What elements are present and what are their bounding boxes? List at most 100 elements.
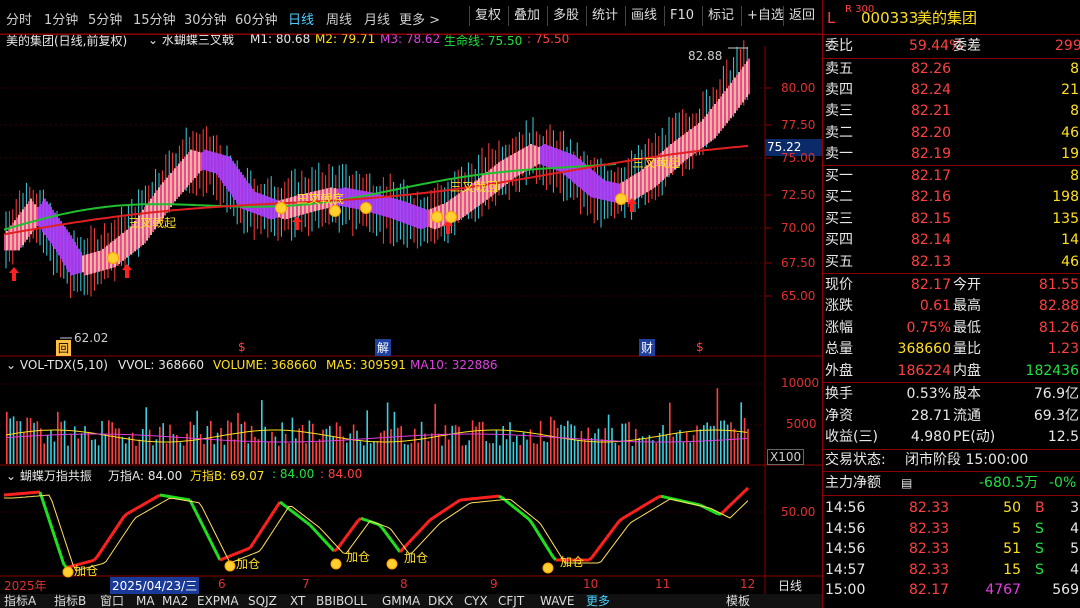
- volume-indicator-dropdown[interactable]: ⌄ VOL-TDX(5,10): [6, 358, 108, 372]
- ribbon-segment: [704, 116, 706, 146]
- oscillator-segment: [651, 497, 656, 503]
- volume-bar: [121, 436, 124, 464]
- tab-gmma[interactable]: GMMA: [382, 594, 420, 608]
- event-marker-unlock[interactable]: 解: [375, 339, 392, 356]
- price-axis-label: 77.50: [781, 118, 816, 132]
- tab-ma[interactable]: MA: [136, 594, 155, 608]
- ribbon-segment: [80, 252, 82, 273]
- volume-bar: [601, 439, 603, 464]
- bid-label: 买一: [825, 168, 853, 184]
- oscillator-segment: [320, 536, 327, 543]
- ribbon-segment: [242, 174, 244, 210]
- oscillator-segment: [398, 547, 405, 554]
- volume-bar: [46, 435, 49, 464]
- ribbon-segment: [32, 201, 34, 232]
- ribbon-segment: [120, 234, 122, 263]
- oscillator-segment: [425, 518, 432, 525]
- tab-cfjt[interactable]: CFJT: [498, 594, 524, 608]
- ribbon-segment: [740, 69, 742, 106]
- tab-window[interactable]: 窗口: [100, 594, 124, 608]
- tab-indicator-b[interactable]: 指标B: [54, 594, 86, 608]
- index-tag: R 300: [845, 4, 875, 15]
- ribbon-segment: [746, 61, 748, 97]
- oscillator-segment: [153, 495, 158, 500]
- volume-bar: [485, 441, 487, 464]
- volume-bar: [509, 422, 511, 464]
- ribbon-segment: [532, 144, 534, 168]
- volume-bar: [580, 430, 583, 464]
- tab-cyx[interactable]: CYX: [464, 594, 488, 608]
- tab-indicator-a[interactable]: 指标A: [4, 594, 36, 608]
- ribbon-segment: [706, 114, 708, 145]
- volume-bar: [519, 445, 521, 464]
- oscillator-segment: [104, 538, 111, 545]
- ribbon-segment: [224, 155, 226, 186]
- ribbon-segment: [644, 167, 646, 194]
- volume-bar: [101, 421, 103, 464]
- volume-bar: [104, 433, 107, 464]
- tab-template[interactable]: 模板: [726, 594, 750, 608]
- ribbon-segment: [686, 132, 688, 160]
- tab-sqjz[interactable]: SQJZ: [248, 594, 277, 608]
- gold-coin-icon: [445, 211, 457, 223]
- volume-bar: [706, 422, 708, 464]
- signal-annotation: 三叉戟起: [632, 156, 681, 170]
- volume-bar: [196, 410, 198, 464]
- ribbon-segment: [408, 202, 410, 225]
- volume-bar: [165, 443, 168, 464]
- volume-bar: [60, 421, 62, 464]
- tab-dkx[interactable]: DKX: [428, 594, 453, 608]
- volume-bar: [441, 445, 443, 464]
- ribbon-segment: [424, 208, 426, 228]
- finance-value: 28.71: [910, 407, 951, 424]
- low-price-label: 62.02: [74, 331, 109, 345]
- volume-bar: [468, 440, 470, 464]
- tab-bbiboll[interactable]: BBIBOLL: [316, 594, 367, 608]
- oscillator-segment: [636, 506, 641, 512]
- ask-price: 82.19: [911, 145, 952, 162]
- tab-more[interactable]: 更多: [586, 594, 610, 608]
- tab-wave[interactable]: WAVE: [540, 594, 574, 608]
- oscillator-segment: [654, 495, 659, 501]
- event-marker-finance[interactable]: 财: [639, 339, 656, 356]
- volume-bar: [257, 439, 260, 464]
- tab-expma[interactable]: EXPMA: [197, 594, 239, 608]
- ribbon-segment: [694, 126, 696, 154]
- oscillator-segment: [608, 528, 615, 535]
- event-marker-buyback[interactable]: 回: [56, 340, 71, 356]
- volume-bar: [23, 432, 25, 464]
- volume-bar: [414, 428, 416, 464]
- event-marker-dividend[interactable]: $: [238, 340, 246, 354]
- ribbon-segment: [500, 160, 502, 189]
- ribbon-segment: [54, 212, 56, 249]
- tab-xt[interactable]: XT: [290, 594, 305, 608]
- ribbon-segment: [122, 232, 124, 261]
- volume-bar: [709, 426, 712, 464]
- ribbon-segment: [48, 204, 50, 241]
- osc-b-value: 万指B: 69.07: [190, 469, 265, 483]
- volume-bar: [376, 441, 379, 464]
- oscillator-segment: [212, 547, 219, 555]
- osc-axis-label: 50.00: [781, 505, 816, 519]
- gold-coin-icon: [542, 562, 554, 574]
- ribbon-segment: [688, 130, 690, 158]
- finance-value: 76.9亿: [1033, 386, 1079, 402]
- ribbon-segment: [202, 151, 204, 170]
- ribbon-segment: [510, 155, 512, 181]
- volume-bar: [16, 420, 18, 464]
- oscillator-segment: [410, 534, 417, 541]
- tick-extra: 3: [1070, 500, 1079, 516]
- volume-bar: [454, 425, 457, 464]
- oscillator-segment: [432, 514, 437, 520]
- oscillator-dropdown[interactable]: ⌄ 蝴蝶万指共振: [6, 467, 92, 484]
- day-button[interactable]: 日线: [778, 577, 802, 594]
- event-marker-dividend[interactable]: $: [696, 340, 704, 354]
- volume-bar: [87, 431, 90, 464]
- bid-volume: 8: [1070, 168, 1079, 184]
- oscillator-segment: [602, 536, 609, 543]
- kline-chart[interactable]: [0, 0, 822, 594]
- tab-ma2[interactable]: MA2: [162, 594, 188, 608]
- oscillator-segment: [162, 494, 167, 498]
- bid-price: 82.17: [911, 168, 952, 184]
- list-icon[interactable]: ▤: [901, 473, 912, 494]
